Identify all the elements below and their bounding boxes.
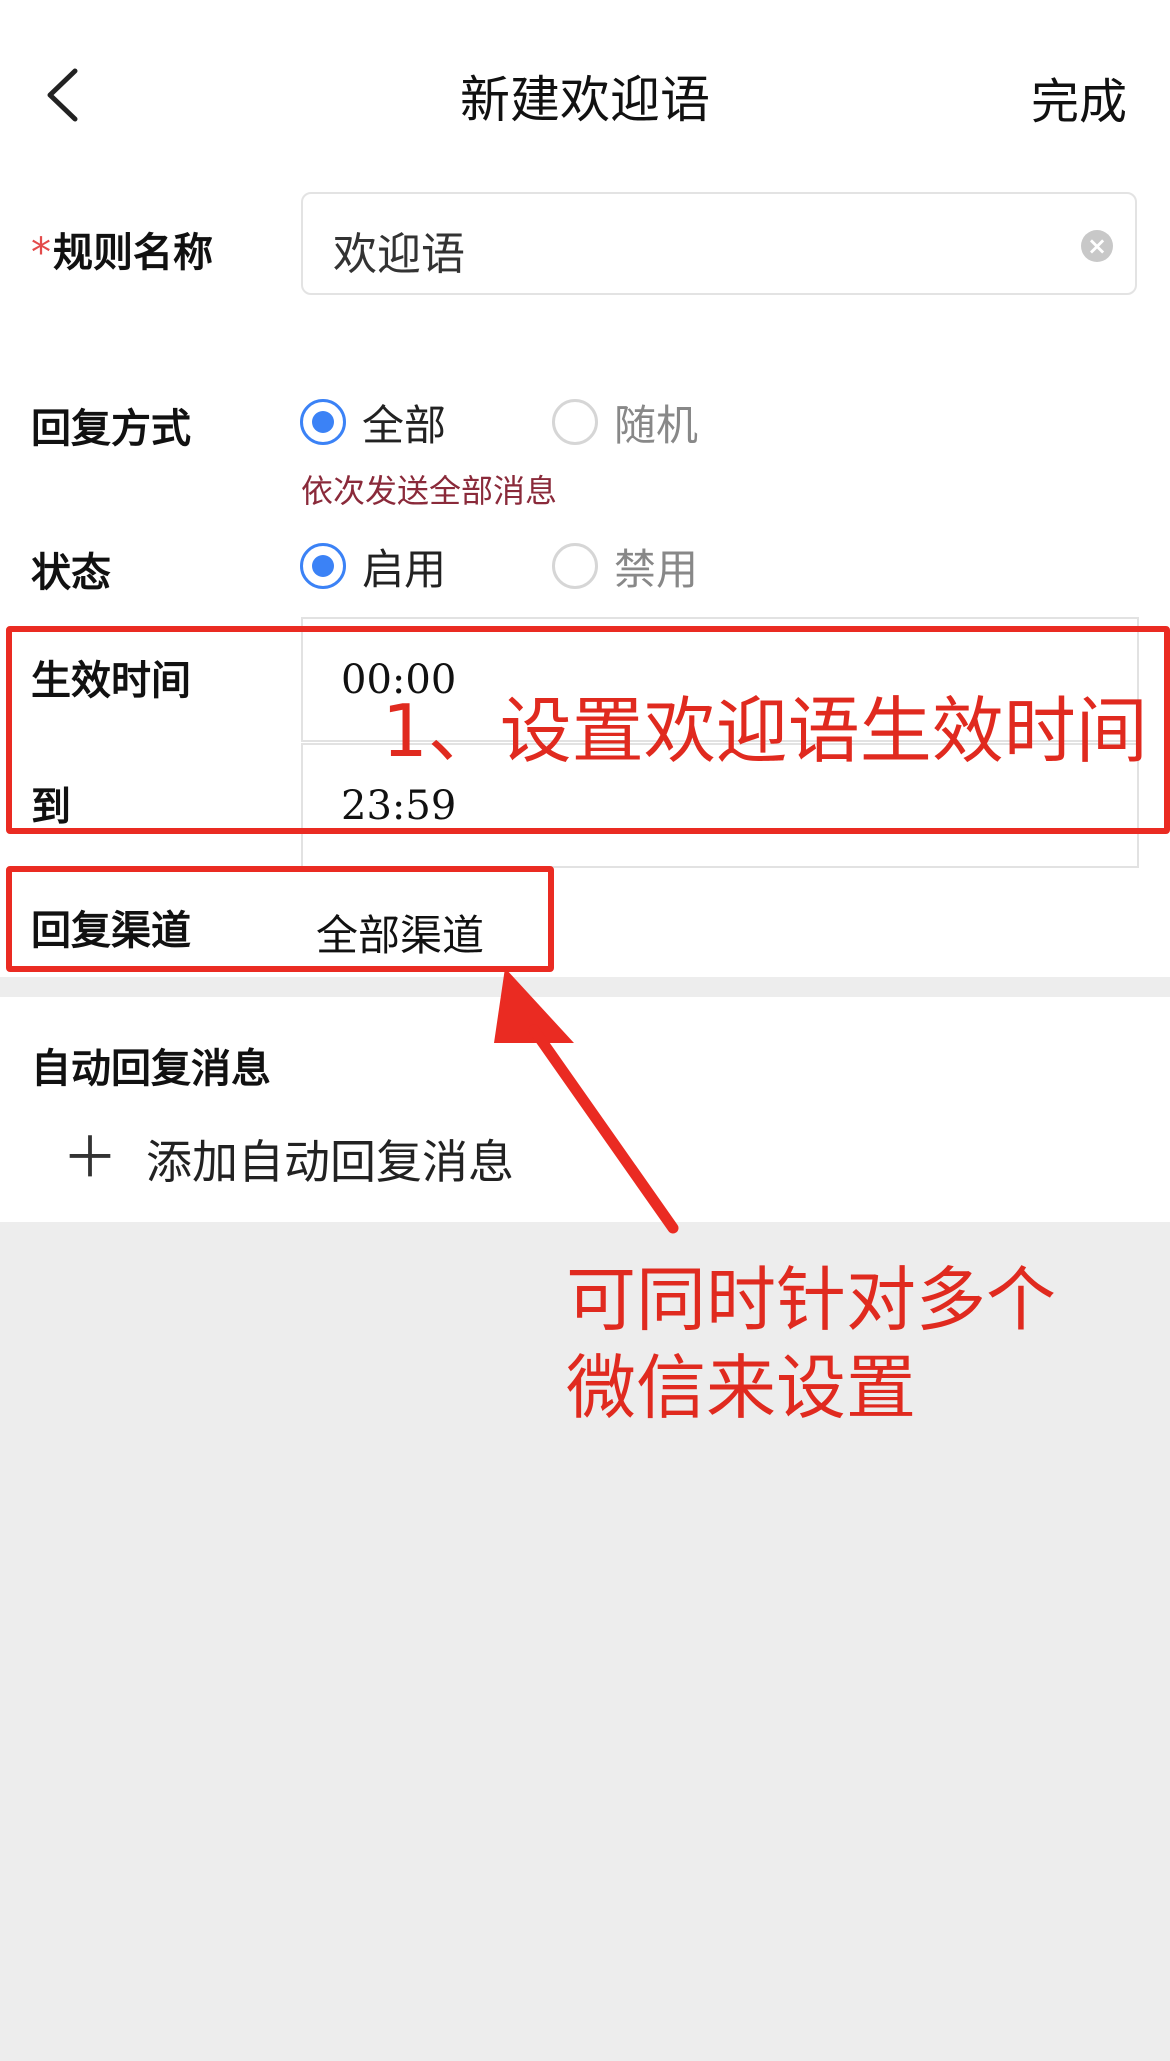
annotation-note-channel-line2: 微信来设置 [566, 1347, 916, 1429]
annotation-arrow [494, 968, 679, 1234]
annotation-note-channel-line1: 可同时针对多个 [566, 1259, 1056, 1341]
